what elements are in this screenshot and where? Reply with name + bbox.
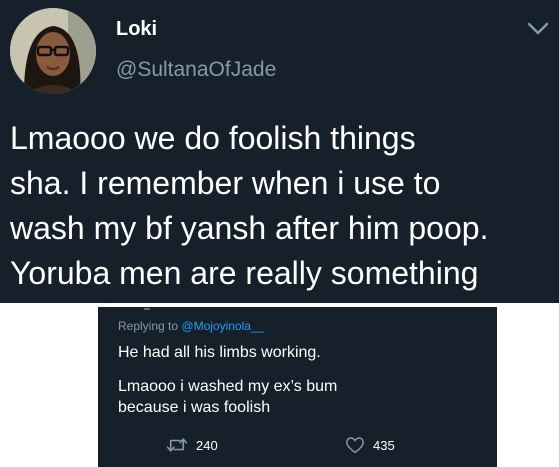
replying-to-handle-link[interactable]: @Mojoyinola__ [181, 319, 264, 333]
reply-tweet-card: Replying to @Mojoyinola__ He had all his… [98, 307, 497, 467]
replying-to-label: Replying to [118, 319, 179, 333]
like-count: 435 [373, 437, 395, 453]
reply-text-line: He had all his limbs working. [118, 344, 321, 361]
display-name[interactable]: Loki [116, 18, 157, 41]
tweet-text-line: Lmaooo we do foolish things [10, 120, 416, 156]
chevron-down-icon[interactable] [526, 20, 550, 38]
reply-text-line: Lmaooo i washed my ex’s bum [118, 378, 338, 395]
retweet-button[interactable]: 240 [166, 435, 218, 455]
replying-to: Replying to @Mojoyinola__ [118, 319, 264, 333]
reply-text-line: because i was foolish [118, 399, 271, 416]
tweet-text-line: wash my bf yansh after him poop. [10, 210, 489, 246]
user-handle[interactable]: @SultanaOfJade [116, 58, 276, 82]
tweet-text: Lmaooo we do foolish things sha. I remem… [10, 116, 555, 296]
main-tweet: Loki @SultanaOfJade Lmaooo we do foolish… [0, 0, 559, 303]
heart-icon [346, 437, 364, 454]
reply-text: Lmaooo i washed my ex’s bum because i wa… [118, 376, 337, 418]
divider [144, 308, 150, 310]
like-button[interactable]: 435 [345, 435, 395, 455]
avatar[interactable] [10, 8, 96, 94]
retweet-icon [166, 438, 188, 452]
retweet-count: 240 [196, 437, 218, 453]
tweet-text-line: Yoruba men are really something [10, 255, 479, 291]
tweet-text-line: sha. I remember when i use to [10, 165, 441, 201]
profile-photo-icon [10, 8, 96, 94]
